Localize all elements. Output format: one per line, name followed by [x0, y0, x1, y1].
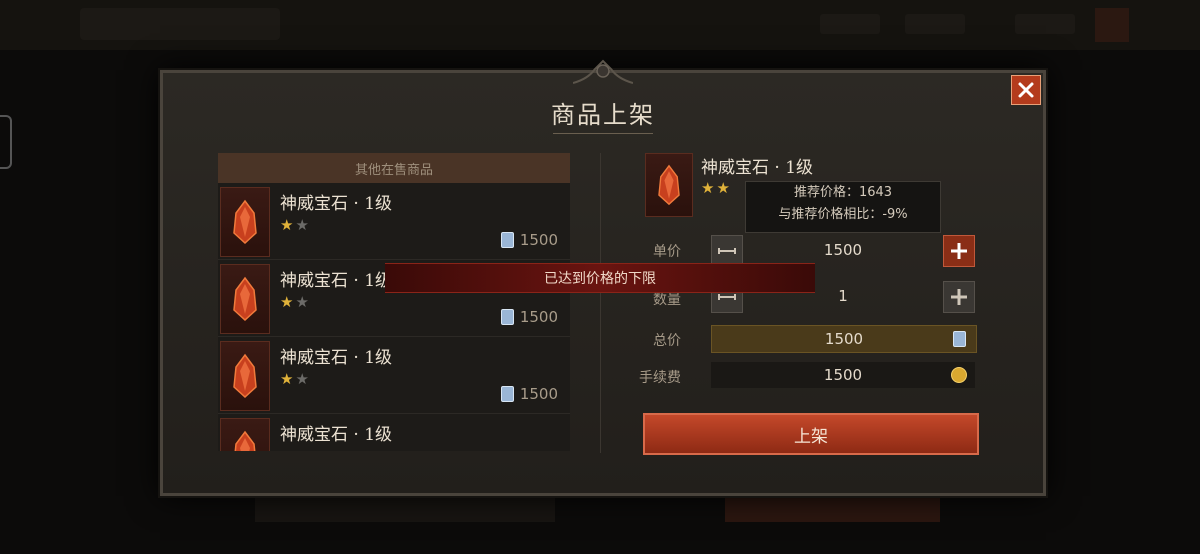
listing-row[interactable]: 神威宝石 · 1级 ★★ 1500	[218, 337, 570, 414]
background-currency-chip	[1015, 14, 1075, 34]
background-currency-chip	[905, 14, 965, 34]
unit-price-increase-button[interactable]	[943, 235, 975, 267]
platinum-currency-icon	[500, 309, 514, 325]
listing-name: 神威宝石 · 1级	[280, 348, 393, 368]
star-icon: ★	[280, 370, 296, 388]
total-price-text: 1500	[824, 330, 864, 348]
listing-row[interactable]: 神威宝石 · 1级 ★★ 1500	[218, 183, 570, 260]
listing-price-value: 1500	[519, 308, 558, 326]
listing-name: 神威宝石 · 1级	[280, 194, 393, 214]
fee-label: 手续费	[639, 370, 681, 386]
close-button[interactable]	[1011, 75, 1041, 105]
price-limit-toast: 已达到价格的下限	[385, 263, 815, 293]
recommended-price: 推荐价格：1643	[793, 185, 893, 200]
background-title	[80, 8, 280, 40]
dialog-title: 商品上架	[551, 101, 655, 129]
listing-stars: ★★	[280, 293, 311, 311]
dialog-ornament-icon	[573, 59, 633, 84]
star-icon: ★	[716, 179, 732, 197]
list-item-button[interactable]: 上架	[643, 413, 979, 455]
star-icon: ★	[280, 293, 296, 311]
platinum-currency-icon	[500, 232, 514, 248]
selected-item-name: 神威宝石 · 1级	[701, 158, 814, 178]
gem-icon	[220, 418, 270, 451]
unit-price-label: 单价	[653, 244, 681, 260]
background-menu-button	[1095, 8, 1129, 42]
other-listings-panel[interactable]: 其他在售商品 神威宝石 · 1级 ★★ 1500 神威宝石 · 1级 ★★ 15…	[218, 153, 570, 451]
listing-row[interactable]: 神威宝石 · 1级	[218, 414, 570, 451]
listing-price: 1500	[500, 385, 558, 403]
star-icon: ★	[295, 216, 311, 234]
star-icon: ★	[280, 216, 296, 234]
panel-divider	[600, 153, 601, 453]
listing-name: 神威宝石 · 1级	[280, 271, 393, 291]
star-icon: ★	[701, 179, 717, 197]
background-side-tab	[0, 115, 12, 169]
listing-price: 1500	[500, 308, 558, 326]
unit-price-input[interactable]: 1500	[745, 237, 941, 263]
gem-icon	[220, 264, 270, 334]
listing-stars: ★★	[280, 370, 311, 388]
platinum-currency-icon	[953, 331, 966, 347]
listing-price-value: 1500	[519, 385, 558, 403]
fee-value: 1500	[711, 362, 975, 388]
listing-price-value: 1500	[519, 231, 558, 249]
platinum-currency-icon	[500, 386, 514, 402]
background-currency-chip	[820, 14, 880, 34]
selected-item-stars: ★★	[701, 179, 732, 197]
plus-icon	[951, 243, 967, 259]
selected-gem-icon	[645, 153, 693, 217]
other-listings-header: 其他在售商品	[218, 153, 570, 183]
gem-icon	[220, 187, 270, 257]
gold-coin-icon	[951, 367, 967, 383]
plus-icon	[951, 289, 967, 305]
listing-name: 神威宝石 · 1级	[280, 425, 393, 445]
price-comparison: 与推荐价格相比：-9%	[778, 207, 908, 222]
fee-text: 1500	[823, 366, 863, 384]
minus-icon	[718, 248, 736, 254]
gem-icon	[220, 341, 270, 411]
star-icon: ★	[295, 293, 311, 311]
star-icon: ★	[295, 370, 311, 388]
title-divider	[553, 133, 653, 134]
total-price-value: 1500	[711, 325, 977, 353]
quantity-increase-button[interactable]	[943, 281, 975, 313]
listing-price: 1500	[500, 231, 558, 249]
minus-icon	[718, 294, 736, 300]
listing-stars: ★★	[280, 216, 311, 234]
total-price-label: 总价	[653, 333, 681, 349]
close-icon	[1018, 82, 1034, 98]
price-tooltip: 推荐价格：1643 与推荐价格相比：-9%	[745, 181, 941, 233]
